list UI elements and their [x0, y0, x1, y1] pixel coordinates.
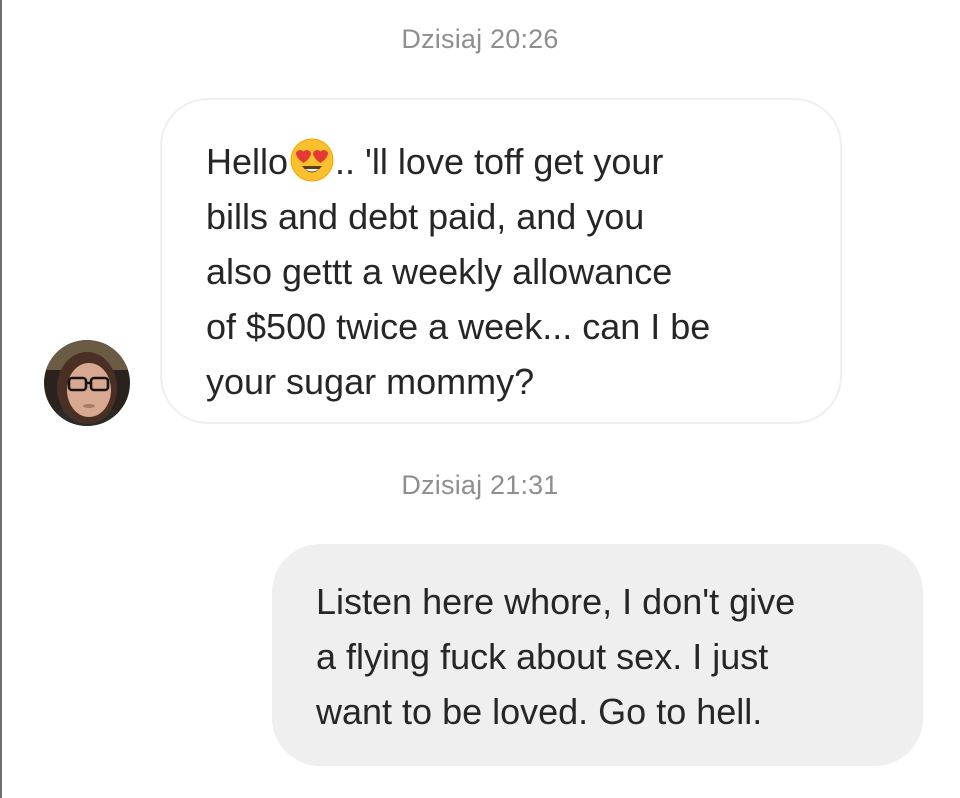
incoming-message-line: also gettt a weekly allowance: [206, 251, 673, 292]
avatar-image: [44, 340, 130, 426]
outgoing-message-bubble[interactable]: Listen here whore, I don't give a flying…: [272, 544, 923, 766]
message-text: Hello: [206, 141, 289, 182]
outgoing-message-line: a flying fuck about sex. I just: [316, 636, 769, 677]
incoming-message-line: Hello .. 'll love toff get your: [206, 134, 800, 189]
incoming-message-line: bills and debt paid, and you: [206, 196, 645, 237]
heart-eyes-emoji-icon: [290, 138, 334, 182]
timestamp-2: Dzisiaj 21:31: [401, 470, 559, 500]
message-text: .. 'll love toff get your: [335, 141, 664, 182]
outgoing-message-line: want to be loved. Go to hell.: [316, 691, 763, 732]
screen-edge: [0, 0, 2, 798]
incoming-message-line: of $500 twice a week... can I be: [206, 306, 711, 347]
incoming-message-line: your sugar mommy?: [206, 361, 535, 402]
timestamp-1: Dzisiaj 20:26: [401, 24, 559, 54]
outgoing-message-line: Listen here whore, I don't give: [316, 581, 796, 622]
avatar[interactable]: [44, 340, 130, 426]
incoming-message-bubble[interactable]: Hello .. 'll love toff get your bills and…: [160, 98, 842, 424]
